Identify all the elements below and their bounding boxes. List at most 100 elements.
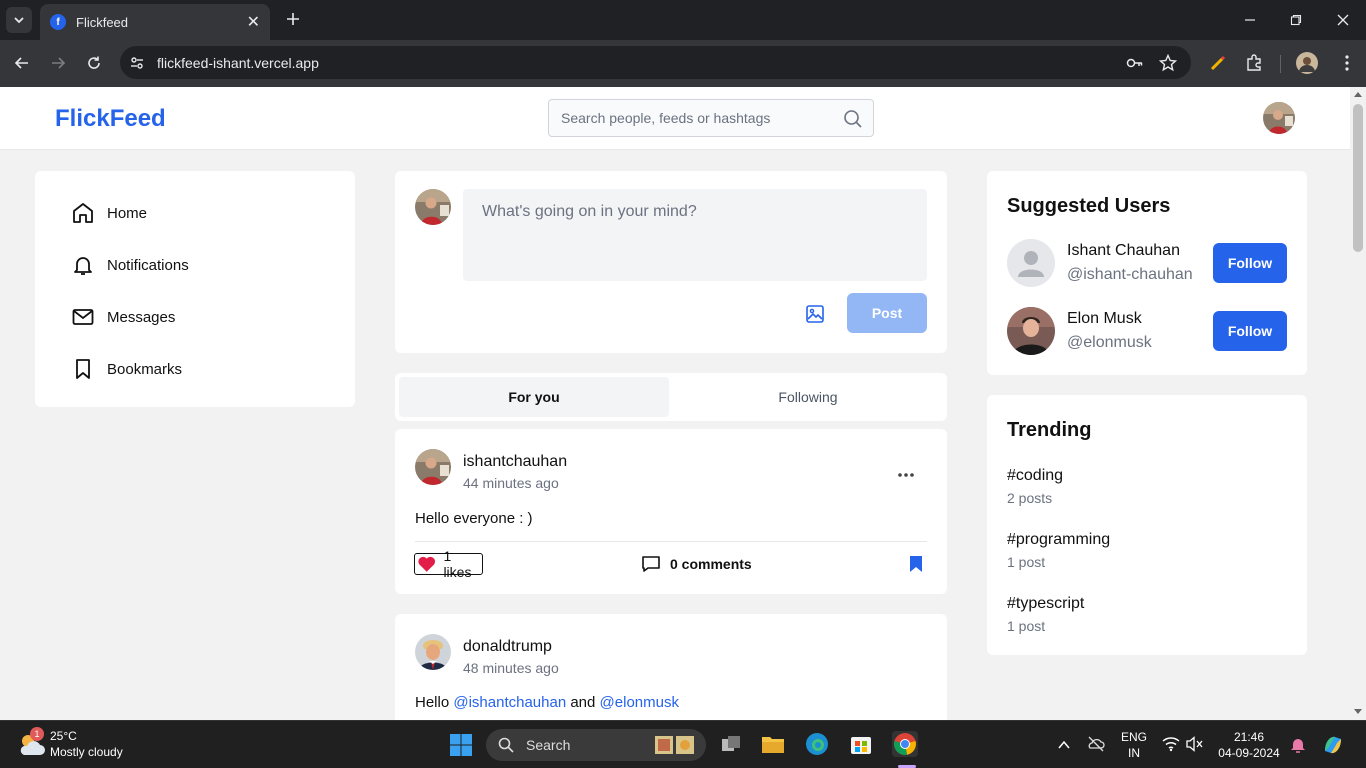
- password-key-icon[interactable]: [1126, 54, 1144, 72]
- plus-icon: [287, 13, 299, 25]
- bookmark-filled-icon: [910, 556, 922, 572]
- comments-button[interactable]: 0 comments: [641, 554, 752, 574]
- back-button[interactable]: [9, 50, 35, 76]
- browser-tab[interactable]: f Flickfeed ✕: [40, 4, 270, 40]
- suggested-users-card: Suggested Users Ishant Chauhan @ishant-c…: [987, 171, 1307, 375]
- windows-start-icon[interactable]: [449, 733, 473, 757]
- follow-button[interactable]: Follow: [1213, 311, 1287, 351]
- suggested-user-avatar[interactable]: [1007, 307, 1055, 355]
- page-scrollbar[interactable]: [1350, 87, 1366, 720]
- post-text-part: Hello: [415, 694, 454, 711]
- like-button[interactable]: 1 likes: [414, 548, 483, 580]
- clock-date[interactable]: 04-09-2024: [1216, 746, 1282, 760]
- close-window-button[interactable]: [1331, 8, 1355, 32]
- post-textarea[interactable]: [463, 189, 927, 281]
- trending-hashtag[interactable]: #typescript: [1007, 595, 1084, 613]
- taskbar-search[interactable]: Search: [486, 729, 706, 761]
- sidebar-item-label: Bookmarks: [107, 360, 183, 378]
- post-username[interactable]: ishantchauhan: [463, 453, 567, 471]
- address-bar[interactable]: flickfeed-ishant.vercel.app: [120, 46, 1191, 79]
- weather-temperature[interactable]: 25°C: [50, 729, 77, 743]
- restore-button[interactable]: [1284, 8, 1308, 32]
- chevron-up-icon[interactable]: [1057, 738, 1071, 752]
- volume-muted-icon[interactable]: [1186, 736, 1204, 752]
- trending-post-count: 2 posts: [1007, 490, 1053, 506]
- sidebar-item-messages[interactable]: Messages: [71, 305, 175, 329]
- suggested-user-avatar[interactable]: [1007, 239, 1055, 287]
- notification-bell-icon[interactable]: [1290, 736, 1306, 754]
- mail-icon: [72, 309, 94, 325]
- tab-search-button[interactable]: [6, 7, 32, 33]
- copilot-icon[interactable]: [1321, 733, 1345, 757]
- extensions-puzzle-icon[interactable]: [1243, 52, 1265, 74]
- mention-link[interactable]: @ishantchauhan: [453, 694, 566, 711]
- sidebar-item-home[interactable]: Home: [71, 201, 147, 225]
- app-logo[interactable]: FlickFeed: [55, 105, 166, 133]
- follow-button[interactable]: Follow: [1213, 243, 1287, 283]
- feed-tabs: For you Following: [395, 373, 947, 421]
- post-options-button[interactable]: [897, 465, 915, 483]
- wifi-icon[interactable]: [1162, 736, 1180, 752]
- suggested-user-handle: @elonmusk: [1067, 334, 1152, 351]
- search-input[interactable]: [561, 110, 831, 126]
- trending-card: Trending #coding 2 posts #programming 1 …: [987, 395, 1307, 655]
- onedrive-icon[interactable]: [1087, 735, 1105, 753]
- weather-description[interactable]: Mostly cloudy: [50, 745, 123, 759]
- scroll-down-icon[interactable]: [1354, 709, 1362, 714]
- close-tab-icon[interactable]: ✕: [247, 12, 260, 32]
- language-indicator[interactable]: ENG: [1118, 730, 1150, 744]
- mention-link[interactable]: @elonmusk: [600, 694, 679, 711]
- sidebar-item-bookmarks[interactable]: Bookmarks: [71, 357, 182, 381]
- sidebar-item-label: Home: [107, 204, 148, 222]
- search-icon: [498, 737, 514, 753]
- post-content: Hello everyone : ): [415, 510, 533, 527]
- scroll-thumb[interactable]: [1353, 104, 1363, 252]
- post-author-avatar[interactable]: [415, 449, 451, 485]
- browser-menu-icon[interactable]: [1336, 52, 1358, 74]
- home-icon: [73, 203, 93, 223]
- search-box[interactable]: [548, 99, 874, 137]
- weather-badge: 1: [30, 727, 44, 741]
- tab-for-you[interactable]: For you: [399, 377, 669, 417]
- trending-hashtag[interactable]: #programming: [1007, 531, 1110, 549]
- trending-hashtag[interactable]: #coding: [1007, 467, 1063, 485]
- bookmark-button[interactable]: [909, 555, 923, 578]
- edge-browser-icon[interactable]: [804, 731, 830, 757]
- profile-avatar[interactable]: [1296, 52, 1318, 74]
- chrome-browser-icon[interactable]: [892, 731, 918, 757]
- task-view-icon[interactable]: [718, 731, 744, 757]
- pen-extension-icon[interactable]: [1207, 52, 1229, 74]
- region-indicator[interactable]: IN: [1118, 746, 1150, 760]
- forward-button[interactable]: [45, 50, 71, 76]
- site-settings-icon[interactable]: [128, 54, 146, 72]
- reload-button[interactable]: [81, 50, 107, 76]
- user-avatar[interactable]: [1263, 102, 1295, 134]
- microsoft-store-icon[interactable]: [848, 731, 874, 757]
- toolbar-divider: [1280, 55, 1281, 73]
- more-horizontal-icon: [898, 473, 914, 477]
- default-avatar-icon: [1007, 239, 1055, 287]
- new-tab-button[interactable]: [282, 8, 304, 30]
- bell-icon: [74, 257, 92, 275]
- browser-tab-bar: f Flickfeed ✕: [0, 0, 1366, 40]
- sidebar-item-notifications[interactable]: Notifications: [71, 253, 189, 277]
- add-image-button[interactable]: [805, 304, 825, 324]
- file-explorer-icon[interactable]: [760, 731, 786, 757]
- post-author-avatar[interactable]: [415, 634, 451, 670]
- taskbar-search-label: Search: [526, 737, 571, 753]
- arrow-right-icon: [52, 57, 66, 69]
- app-header: FlickFeed: [0, 87, 1350, 150]
- tab-following[interactable]: Following: [673, 377, 943, 417]
- trending-post-count: 1 post: [1007, 554, 1046, 570]
- minimize-button[interactable]: [1238, 8, 1262, 32]
- search-icon[interactable]: [843, 109, 863, 129]
- suggested-user-name[interactable]: Elon Musk: [1067, 310, 1142, 328]
- scroll-up-icon[interactable]: [1354, 92, 1362, 97]
- post-username[interactable]: donaldtrump: [463, 638, 552, 656]
- tab-title: Flickfeed: [76, 14, 129, 30]
- clock-time[interactable]: 21:46: [1216, 730, 1282, 744]
- post-button[interactable]: Post: [847, 293, 927, 333]
- post-content: Hello @ishantchauhan and @elonmusk: [415, 694, 679, 711]
- star-bookmark-icon[interactable]: [1159, 54, 1177, 72]
- suggested-user-name[interactable]: Ishant Chauhan: [1067, 242, 1180, 260]
